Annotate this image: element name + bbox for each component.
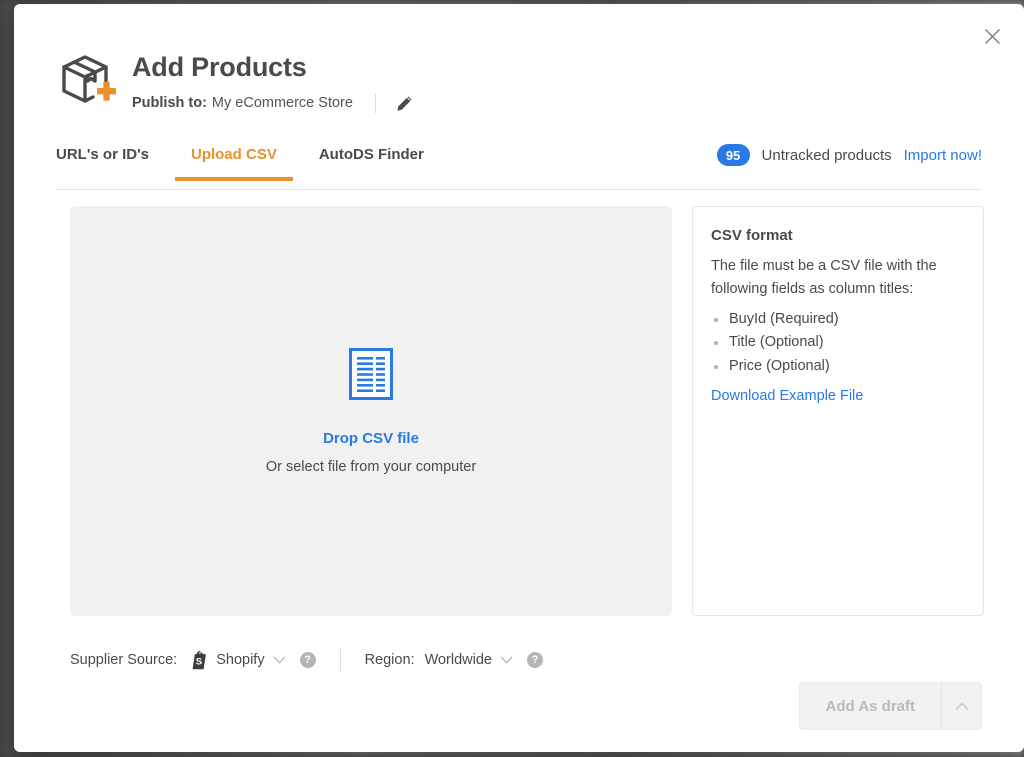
help-icon[interactable]: ? [527,652,543,668]
add-products-modal: Add Products Publish to: My eCommerce St… [14,4,1024,752]
close-icon[interactable] [976,20,1008,52]
region-label: Region: [364,652,415,668]
csv-format-heading: CSV format [711,227,793,244]
chevron-up-icon[interactable] [941,683,981,729]
supplier-source-value[interactable]: Shopify [216,652,264,668]
csv-field-list: BuyId (Required) Title (Optional) Price … [711,308,965,378]
list-item: Price (Optional) [711,355,965,378]
modal-header: Add Products Publish to: My eCommerce St… [56,48,416,114]
region-value[interactable]: Worldwide [425,652,492,668]
help-icon[interactable]: ? [299,652,316,668]
tab-list: URL's or ID's Upload CSV AutoDS Finder [56,140,466,181]
csv-format-description: The file must be a CSV file with the fol… [711,258,937,298]
tab-autods-finder[interactable]: AutoDS Finder [319,140,424,180]
csv-dropzone[interactable]: Drop CSV file Or select file from your c… [70,206,672,616]
svg-text:S: S [196,656,202,667]
footer-controls: Supplier Source: S Shopify ? Region: Wor… [70,649,543,671]
page-title: Add Products [132,52,307,82]
download-example-file-link[interactable]: Download Example File [711,388,863,404]
list-item: Title (Optional) [711,331,965,354]
dropzone-subtitle[interactable]: Or select file from your computer [266,459,476,475]
csv-file-icon [349,347,393,400]
untracked-products-group: 95 Untracked products Import now! [716,140,982,166]
header-divider [374,93,376,113]
tab-upload-csv[interactable]: Upload CSV [175,140,293,181]
add-as-draft-button[interactable]: Add As draft [799,683,941,729]
shopify-icon: S [191,650,209,670]
chevron-down-icon[interactable] [273,656,286,664]
publish-to-value: My eCommerce Store [211,95,353,112]
publish-to-row: Publish to: My eCommerce Store [132,92,416,114]
untracked-products-label: Untracked products [761,146,892,164]
chevron-down-icon[interactable] [500,656,513,664]
supplier-source-label: Supplier Source: [70,652,178,668]
publish-to-label: Publish to: [132,95,207,112]
import-now-link[interactable]: Import now! [904,147,982,164]
csv-format-panel: CSV format The file must be a CSV file w… [692,206,984,616]
add-as-draft-group: Add As draft [798,682,982,730]
untracked-count-badge: 95 [716,144,750,166]
footer-divider [339,649,341,671]
pencil-icon[interactable] [394,92,416,114]
tab-urls-or-ids[interactable]: URL's or ID's [56,140,149,180]
package-add-icon [56,50,118,112]
list-item: BuyId (Required) [711,308,965,331]
dropzone-title: Drop CSV file [323,429,419,447]
tabs-bar: URL's or ID's Upload CSV AutoDS Finder 9… [56,140,982,190]
